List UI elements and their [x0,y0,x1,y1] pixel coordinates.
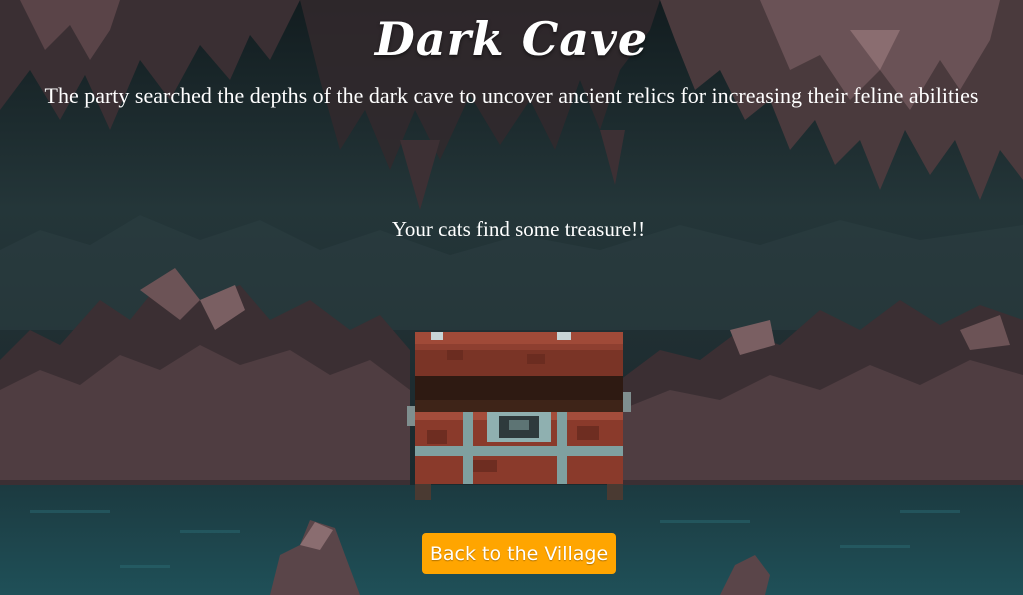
location-title: Dark Cave [374,12,649,66]
location-description: The party searched the depths of the dar… [44,83,979,108]
result-message: Your cats find some treasure!! [391,217,646,241]
treasure-chest-icon [407,332,631,500]
dark-cave-scene: Dark Cave The party searched the depths … [0,0,1023,595]
back-to-village-button[interactable]: Back to the Village [422,533,616,574]
